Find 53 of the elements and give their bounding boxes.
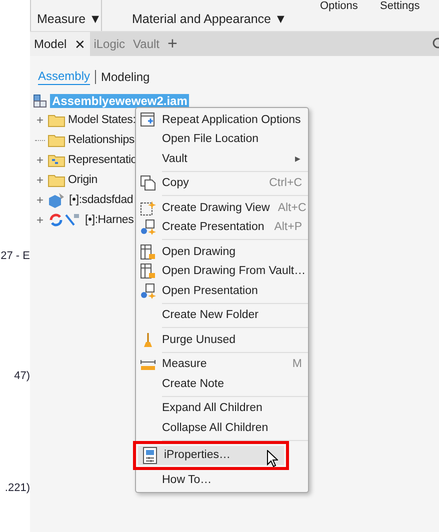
menu-item[interactable]: Open Drawing xyxy=(136,242,308,262)
tree-item[interactable]: Representatio xyxy=(68,154,137,166)
menu-item[interactable]: Open Presentation xyxy=(136,281,308,300)
menu-item[interactable]: Expand All Children xyxy=(136,398,308,418)
tree-item[interactable]: Origin xyxy=(68,174,98,186)
part-icon xyxy=(48,192,66,208)
folder-icon xyxy=(48,153,65,167)
folder-icon xyxy=(48,133,65,147)
harness-icon xyxy=(48,212,82,228)
close-icon[interactable]: ✕ xyxy=(74,36,86,52)
expand-icon[interactable]: + xyxy=(35,173,45,187)
expand-icon[interactable]: + xyxy=(35,213,45,227)
tree-item[interactable]: Relationships xyxy=(68,134,134,146)
drawing-view-icon xyxy=(140,200,156,216)
expand-icon[interactable]: + xyxy=(35,113,45,127)
ribbon-dropdown[interactable]: Measure ▼ xyxy=(30,0,101,31)
menu-item[interactable]: Repeat Application Options xyxy=(136,110,308,130)
tree-item[interactable]: [•]:Harnes xyxy=(85,214,134,226)
folder-icon xyxy=(48,113,65,127)
window-icon xyxy=(140,112,156,128)
truncated-text: .221) xyxy=(4,482,30,494)
ribbon-label[interactable]: Settings xyxy=(380,0,420,12)
assembly-icon xyxy=(33,94,47,108)
menu-item[interactable]: Purge Unused xyxy=(136,330,308,350)
drawing-icon xyxy=(140,244,156,260)
presentation-icon xyxy=(140,219,156,236)
presentation-icon xyxy=(140,282,156,299)
menu-item[interactable]: Create Note xyxy=(136,374,308,394)
copy-icon xyxy=(140,175,156,192)
truncated-text: 27 - E xyxy=(0,250,30,262)
menu-item[interactable]: Copy Ctrl+C xyxy=(136,174,308,193)
menu-item[interactable]: How To… xyxy=(136,470,308,490)
menu-item[interactable]: Measure M xyxy=(136,354,308,374)
truncated-text: 47) xyxy=(14,370,30,382)
menu-item[interactable]: Create New Folder xyxy=(136,306,308,325)
add-tab-button[interactable]: + xyxy=(168,34,178,54)
cursor-icon xyxy=(267,450,278,466)
menu-item[interactable]: Open Drawing From Vault… xyxy=(136,262,308,281)
folder-icon xyxy=(48,173,65,187)
ribbon-label[interactable]: Options xyxy=(320,0,358,12)
menu-item[interactable]: Collapse All Children xyxy=(136,418,308,438)
view-switch-tab[interactable]: Modeling xyxy=(101,70,150,84)
expand-icon[interactable]: + xyxy=(35,193,45,207)
menu-item[interactable]: Create Presentation Alt+P xyxy=(136,218,308,237)
tree-item[interactable]: Model States: xyxy=(68,114,136,126)
browser-tab[interactable]: Model ✕ xyxy=(30,32,90,56)
properties-icon xyxy=(143,446,157,464)
drawing-icon xyxy=(140,263,156,280)
tree-item[interactable]: [•]:sdadsfdad xyxy=(69,194,134,206)
menu-item[interactable]: Create Drawing View Alt+C xyxy=(136,198,308,218)
menu-item[interactable]: Open File Location xyxy=(136,130,308,149)
expand-icon[interactable]: + xyxy=(35,153,45,167)
ribbon-dropdown[interactable]: Material and Appearance ▼ xyxy=(101,0,297,31)
